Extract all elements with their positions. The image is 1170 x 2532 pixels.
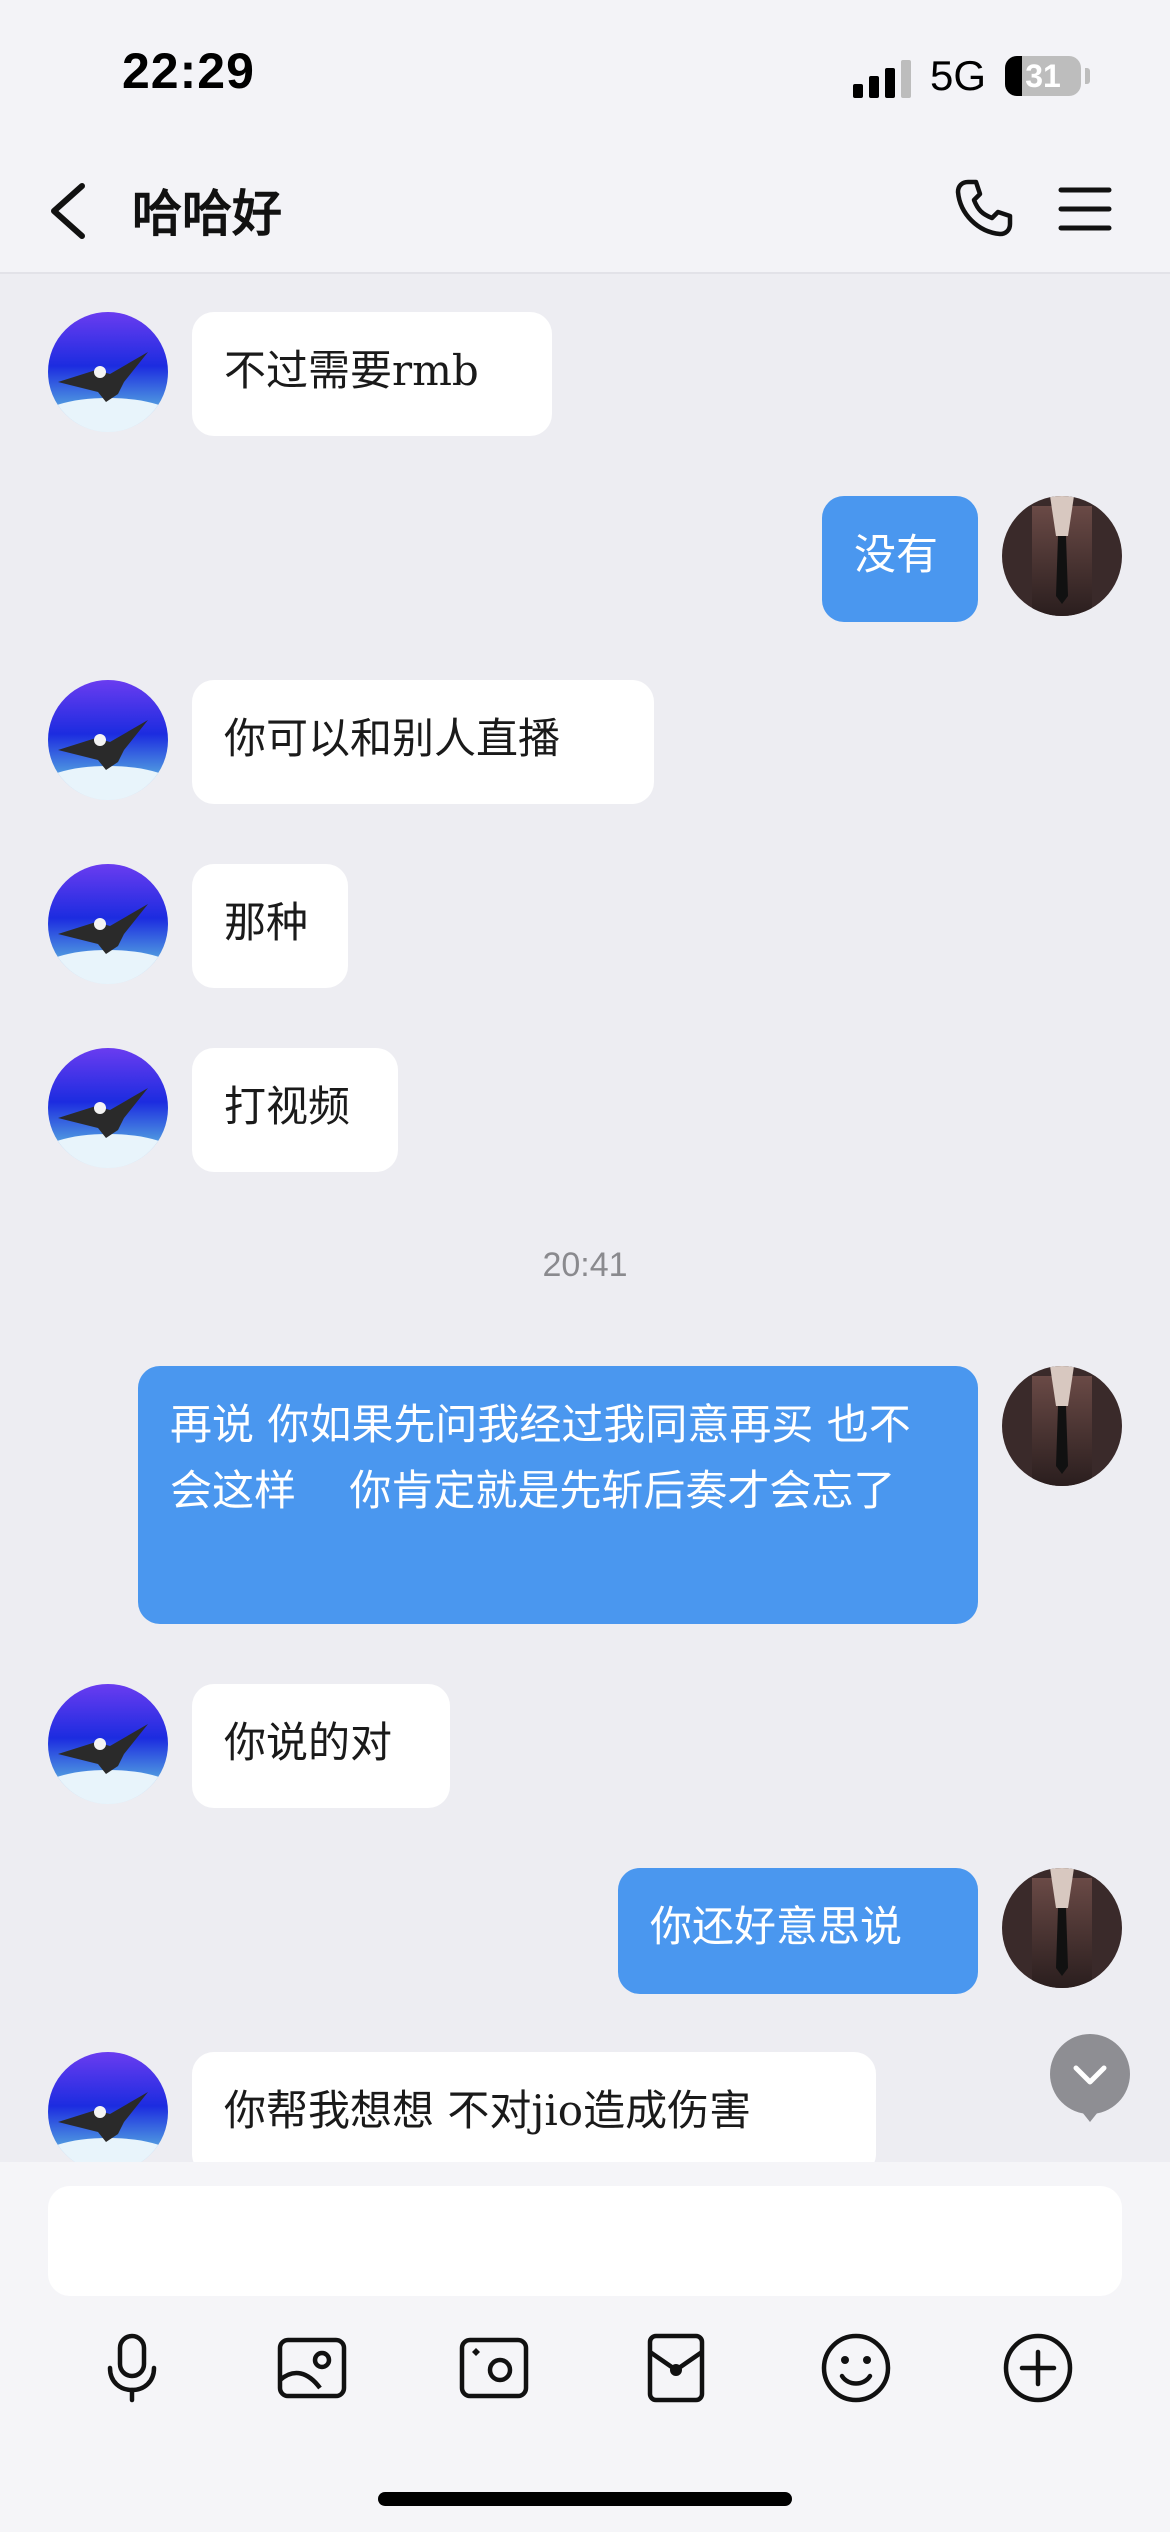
outgoing-message-bubble[interactable]: 再说 你如果先问我经过我同意再买 也不会这样 你肯定就是先斩后奏才会忘了: [138, 1366, 978, 1624]
battery-icon: 31: [1005, 56, 1081, 96]
message-input[interactable]: [48, 2186, 1122, 2296]
battery-level: 31: [1025, 58, 1061, 94]
status-bar: 22:29 5G 31: [0, 0, 1170, 150]
network-type: 5G: [930, 52, 987, 99]
my-avatar-suit[interactable]: [1002, 1868, 1122, 1988]
status-time: 22:29: [122, 43, 255, 99]
message-composer: [0, 2162, 1170, 2532]
photo-album-icon[interactable]: [274, 2330, 350, 2406]
message-row: 你说的对: [0, 1684, 1170, 1808]
my-avatar-suit[interactable]: [1002, 496, 1122, 616]
home-indicator[interactable]: [378, 2492, 792, 2506]
incoming-message-bubble[interactable]: 你帮我想想 不对jio造成伤害: [192, 2052, 876, 2162]
incoming-message-bubble[interactable]: 不过需要rmb: [192, 312, 552, 436]
message-row: 再说 你如果先问我经过我同意再买 也不会这样 你肯定就是先斩后奏才会忘了: [0, 1366, 1170, 1624]
message-row: 不过需要rmb: [0, 312, 1170, 436]
scroll-to-bottom-button[interactable]: [1050, 2034, 1130, 2122]
chat-title: 哈哈好: [132, 185, 282, 243]
red-packet-icon[interactable]: [638, 2330, 714, 2406]
contact-avatar-eagle[interactable]: [48, 680, 168, 800]
contact-avatar-eagle[interactable]: [48, 1048, 168, 1168]
message-row: 你帮我想想 不对jio造成伤害: [0, 2052, 1170, 2162]
battery-tip: [1085, 68, 1090, 84]
contact-avatar-eagle[interactable]: [48, 312, 168, 432]
plus-icon[interactable]: [1000, 2330, 1076, 2406]
message-row: 你还好意思说: [0, 1868, 1170, 1994]
message-row: 你可以和别人直播: [0, 680, 1170, 804]
microphone-icon[interactable]: [94, 2330, 170, 2406]
chevron-down-icon: [1073, 2065, 1107, 2085]
outgoing-message-bubble[interactable]: 没有: [822, 496, 978, 622]
back-arrow-icon[interactable]: [40, 178, 100, 244]
incoming-message-bubble[interactable]: 那种: [192, 864, 348, 988]
menu-icon[interactable]: [1058, 184, 1112, 234]
message-list[interactable]: 不过需要rmb 没有 你可以和别人直播 那种 打视频 20:41 再说 你如果先…: [0, 274, 1170, 2162]
message-timestamp: 20:41: [542, 1246, 628, 1284]
outgoing-message-bubble[interactable]: 你还好意思说: [618, 1868, 978, 1994]
emoji-icon[interactable]: [818, 2330, 894, 2406]
chat-header: 哈哈好: [0, 150, 1170, 274]
message-row: 没有: [0, 496, 1170, 622]
camera-icon[interactable]: [456, 2330, 532, 2406]
message-row: 打视频: [0, 1048, 1170, 1172]
incoming-message-bubble[interactable]: 打视频: [192, 1048, 398, 1172]
contact-avatar-eagle[interactable]: [48, 2052, 168, 2162]
cellular-signal-icon: [853, 58, 913, 98]
message-row: 那种: [0, 864, 1170, 988]
incoming-message-bubble[interactable]: 你说的对: [192, 1684, 450, 1808]
my-avatar-suit[interactable]: [1002, 1366, 1122, 1486]
phone-call-icon[interactable]: [952, 176, 1016, 240]
incoming-message-bubble[interactable]: 你可以和别人直播: [192, 680, 654, 804]
contact-avatar-eagle[interactable]: [48, 864, 168, 984]
contact-avatar-eagle[interactable]: [48, 1684, 168, 1804]
